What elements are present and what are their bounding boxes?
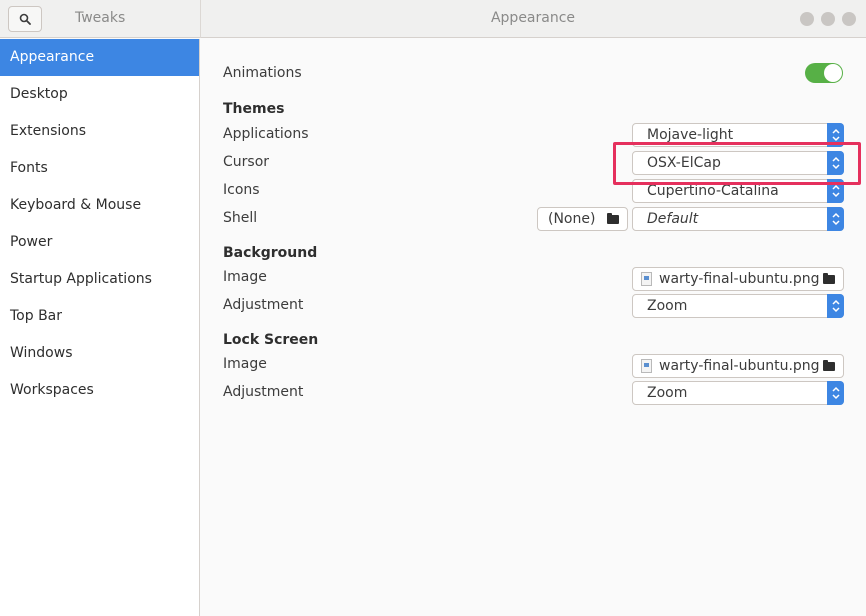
maximize-button[interactable]: [821, 12, 835, 26]
icons-label: Icons: [223, 182, 260, 198]
sidebar-item-workspaces[interactable]: Workspaces: [0, 372, 199, 409]
lock-screen-adjustment-label: Adjustment: [223, 384, 304, 400]
themes-heading: Themes: [223, 101, 285, 117]
shell-file-value: (None): [548, 211, 596, 227]
folder-icon: [823, 273, 835, 284]
lock-screen-image-label: Image: [223, 356, 267, 372]
sidebar-item-fonts[interactable]: Fonts: [0, 150, 199, 187]
sidebar-item-keyboard-mouse[interactable]: Keyboard & Mouse: [0, 187, 199, 224]
shell-label: Shell: [223, 210, 258, 226]
folder-icon: [607, 213, 619, 224]
sidebar: Appearance Desktop Extensions Fonts Keyb…: [0, 39, 200, 616]
lock-screen-heading: Lock Screen: [223, 332, 319, 348]
close-button[interactable]: [842, 12, 856, 26]
spin-arrows-icon: [827, 207, 844, 231]
header-bar: Tweaks Appearance: [0, 0, 866, 38]
folder-icon: [823, 360, 835, 371]
page-title: Appearance: [490, 10, 576, 26]
background-adjustment-select[interactable]: Zoom: [632, 294, 844, 318]
shell-theme-select[interactable]: Default: [632, 207, 844, 231]
background-adjustment-label: Adjustment: [223, 297, 304, 313]
sidebar-item-startup-applications[interactable]: Startup Applications: [0, 261, 199, 298]
icons-theme-value: Cupertino-Catalina: [647, 183, 779, 199]
lock-screen-adjustment-value: Zoom: [647, 385, 688, 401]
lock-screen-image-chooser[interactable]: warty-final-ubuntu.png: [632, 354, 844, 378]
sidebar-item-extensions[interactable]: Extensions: [0, 113, 199, 150]
animations-switch[interactable]: [805, 63, 843, 83]
applications-label: Applications: [223, 126, 309, 142]
background-heading: Background: [223, 245, 318, 261]
shell-file-chooser[interactable]: (None): [537, 207, 628, 231]
highlight-box: [613, 142, 861, 185]
background-image-value: warty-final-ubuntu.png: [659, 271, 820, 287]
appearance-panel: Animations Themes Applications Mojave-li…: [201, 39, 866, 616]
cursor-label: Cursor: [223, 154, 270, 170]
background-adjustment-value: Zoom: [647, 298, 688, 314]
spin-arrows-icon: [827, 381, 844, 405]
image-file-icon: [641, 272, 652, 286]
sidebar-item-power[interactable]: Power: [0, 224, 199, 261]
spin-arrows-icon: [827, 294, 844, 318]
applications-theme-value: Mojave-light: [647, 127, 734, 143]
background-image-chooser[interactable]: warty-final-ubuntu.png: [632, 267, 844, 291]
sidebar-item-windows[interactable]: Windows: [0, 335, 199, 372]
lock-screen-adjustment-select[interactable]: Zoom: [632, 381, 844, 405]
minimize-button[interactable]: [800, 12, 814, 26]
sidebar-item-top-bar[interactable]: Top Bar: [0, 298, 199, 335]
switch-knob: [824, 64, 842, 82]
sidebar-item-appearance[interactable]: Appearance: [0, 39, 199, 76]
shell-theme-value: Default: [647, 211, 699, 227]
sidebar-item-desktop[interactable]: Desktop: [0, 76, 199, 113]
background-image-label: Image: [223, 269, 267, 285]
image-file-icon: [641, 359, 652, 373]
animations-label: Animations: [223, 65, 302, 81]
lock-screen-image-value: warty-final-ubuntu.png: [659, 358, 820, 374]
